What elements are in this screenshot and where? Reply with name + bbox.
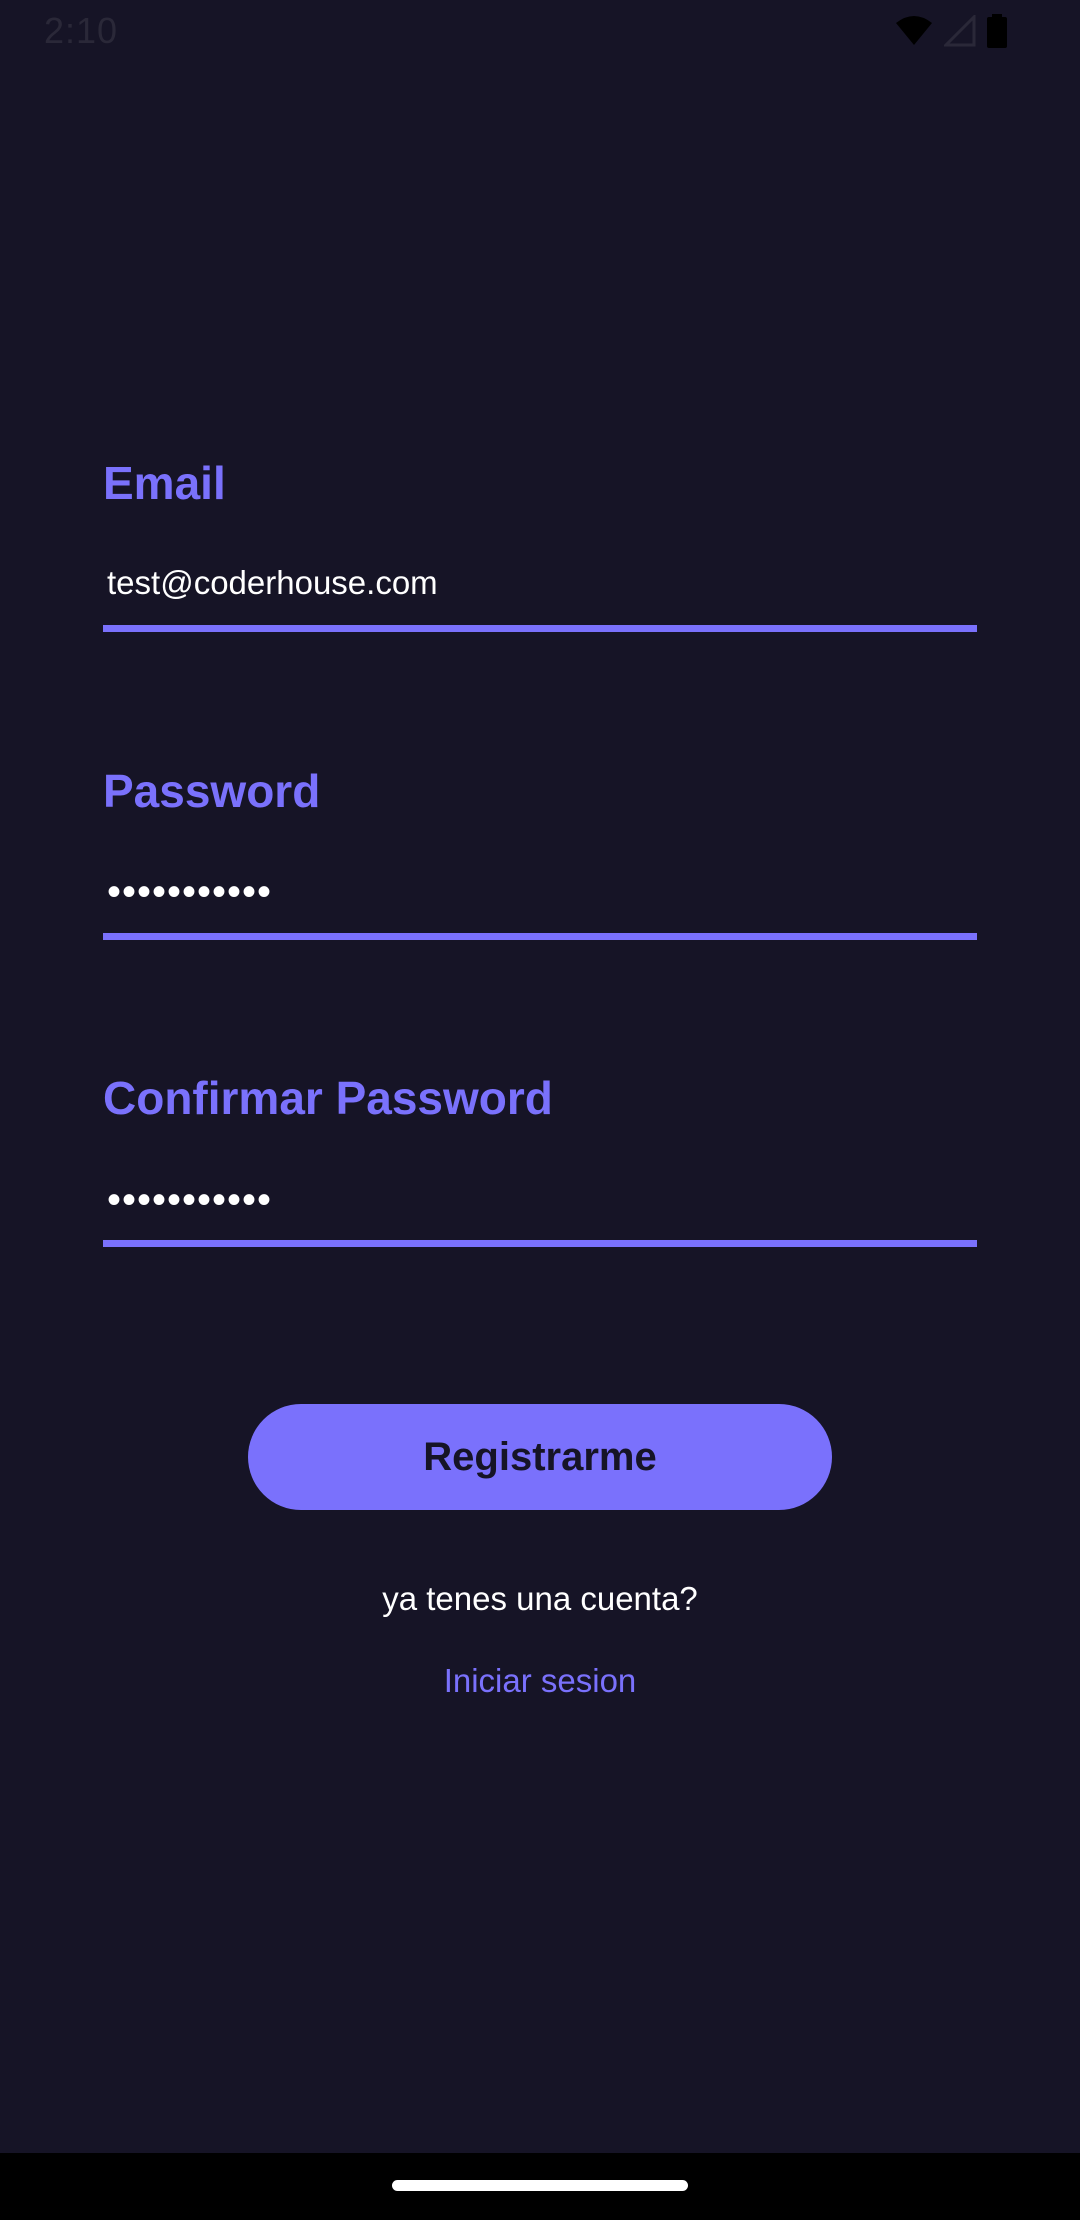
email-field[interactable]: test@coderhouse.com [107, 564, 438, 602]
home-handle[interactable] [392, 2180, 688, 2191]
register-button-label: Registrarme [423, 1434, 657, 1479]
status-bar: 2:10 [0, 0, 1080, 64]
status-icons [894, 14, 1008, 48]
navigation-bar [0, 2153, 1080, 2220]
confirm-password-label: Confirmar Password [103, 1072, 553, 1124]
confirm-password-underline [103, 1240, 977, 1247]
status-time: 2:10 [44, 10, 119, 51]
email-underline [103, 625, 977, 632]
password-field[interactable]: ••••••••••• [107, 870, 272, 915]
have-account-text: ya tenes una cuenta? [382, 1580, 698, 1617]
confirm-password-field[interactable]: ••••••••••• [107, 1178, 272, 1223]
password-label: Password [103, 765, 321, 817]
wifi-icon [896, 16, 932, 45]
password-underline [103, 933, 977, 940]
login-link[interactable]: Iniciar sesion [0, 1662, 1080, 1700]
signal-icon [944, 15, 976, 47]
email-label: Email [103, 457, 226, 509]
register-button[interactable]: Registrarme [248, 1404, 832, 1510]
battery-icon [987, 14, 1007, 48]
